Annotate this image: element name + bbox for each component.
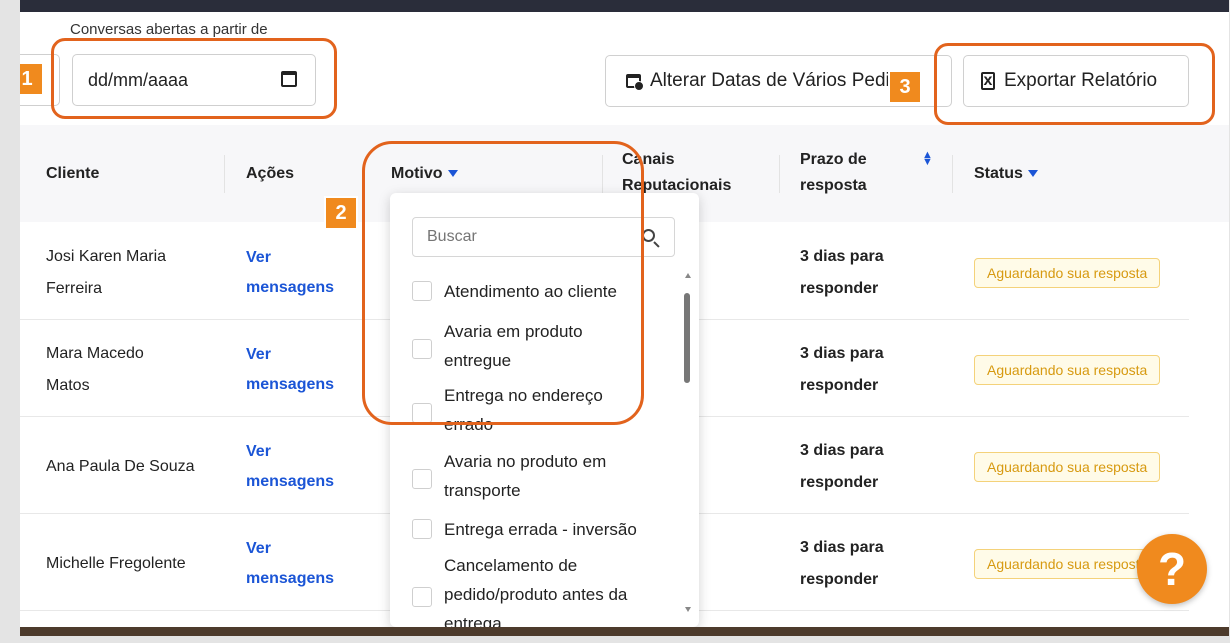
motivo-filter-dropdown: Atendimento ao cliente Avaria em produto… bbox=[390, 193, 699, 627]
option-checkbox[interactable] bbox=[412, 519, 432, 539]
status-badge: Aguardando sua resposta bbox=[974, 452, 1161, 482]
export-report-button[interactable]: x Exportar Relatório bbox=[963, 55, 1189, 107]
option-checkbox[interactable] bbox=[412, 469, 432, 489]
header-canais: Canais Reputacionais bbox=[622, 151, 732, 194]
header-cliente: Cliente bbox=[46, 165, 100, 182]
dropdown-scrollbar[interactable] bbox=[683, 273, 693, 623]
taskbar bbox=[20, 627, 1229, 636]
header-divider bbox=[602, 155, 603, 193]
header-divider bbox=[779, 155, 780, 193]
help-button[interactable]: ? bbox=[1137, 534, 1207, 604]
calendar-clock-icon bbox=[626, 74, 644, 91]
export-report-label: Exportar Relatório bbox=[1004, 70, 1158, 91]
search-icon[interactable] bbox=[642, 229, 655, 242]
option-checkbox[interactable] bbox=[412, 281, 432, 301]
client-name: Michelle Fregolente bbox=[46, 555, 186, 572]
annotation-number-3: 3 bbox=[888, 70, 922, 104]
view-messages-link[interactable]: Ver mensagens bbox=[246, 243, 346, 303]
option-label: Entrega no endereço errado bbox=[444, 386, 603, 434]
header-status[interactable]: Status bbox=[974, 161, 1038, 187]
scroll-down-icon[interactable] bbox=[685, 607, 691, 612]
option-checkbox[interactable] bbox=[412, 339, 432, 359]
client-name: Ana Paula De Souza bbox=[46, 458, 195, 475]
header-acoes: Ações bbox=[246, 165, 295, 182]
date-filter-label: Conversas abertas a partir de bbox=[70, 21, 268, 38]
sort-icon[interactable]: ▲ ▼ bbox=[922, 150, 933, 168]
frame-left bbox=[0, 0, 20, 643]
client-name: Mara Macedo Matos bbox=[46, 345, 144, 394]
scrollbar-thumb[interactable] bbox=[684, 293, 690, 383]
option-label: Avaria em produto entregue bbox=[444, 322, 583, 370]
view-messages-link[interactable]: Ver mensagens bbox=[246, 437, 346, 497]
option-label: Avaria no produto em transporte bbox=[444, 452, 607, 500]
option-label: Cancelamento de pedido/produto antes da … bbox=[444, 556, 628, 627]
filter-icon[interactable] bbox=[1027, 170, 1038, 177]
filter-icon[interactable] bbox=[447, 170, 458, 177]
header-status-label: Status bbox=[974, 165, 1023, 182]
option-label: Atendimento ao cliente bbox=[444, 282, 617, 301]
header-divider bbox=[952, 155, 953, 193]
frame-bottom bbox=[0, 636, 1230, 643]
option-label: Entrega errada - inversão bbox=[444, 520, 637, 539]
annotation-number-2: 2 bbox=[324, 196, 358, 230]
change-dates-label: Alterar Datas de Vários Pedidos bbox=[650, 70, 921, 91]
header-divider bbox=[224, 155, 225, 193]
client-name: Josi Karen Maria Ferreira bbox=[46, 248, 167, 297]
view-messages-link[interactable]: Ver mensagens bbox=[246, 340, 346, 400]
status-badge: Aguardando sua resposta bbox=[974, 258, 1161, 288]
calendar-icon[interactable] bbox=[281, 71, 297, 87]
status-badge: Aguardando sua resposta bbox=[974, 549, 1161, 579]
response-deadline: 3 dias para responder bbox=[800, 442, 884, 491]
annotation-number-1: 1 bbox=[20, 62, 44, 96]
header-motivo-label: Motivo bbox=[391, 165, 443, 182]
dropdown-search-input[interactable] bbox=[412, 217, 675, 257]
view-messages-link[interactable]: Ver mensagens bbox=[246, 534, 346, 594]
response-deadline: 3 dias para responder bbox=[800, 539, 884, 588]
top-bar bbox=[20, 0, 1229, 12]
excel-file-icon: x bbox=[981, 72, 995, 90]
response-deadline: 3 dias para responder bbox=[800, 248, 884, 297]
header-motivo[interactable]: Motivo bbox=[391, 161, 458, 187]
option-checkbox[interactable] bbox=[412, 403, 432, 423]
app-window: Conversas abertas a partir de dd/mm/aaaa… bbox=[20, 12, 1229, 627]
date-input-value: dd/mm/aaaa bbox=[88, 69, 189, 90]
status-badge: Aguardando sua resposta bbox=[974, 355, 1161, 385]
date-input[interactable]: dd/mm/aaaa bbox=[72, 54, 316, 106]
response-deadline: 3 dias para responder bbox=[800, 345, 884, 394]
header-prazo: Prazo de resposta bbox=[800, 151, 867, 194]
option-checkbox[interactable] bbox=[412, 587, 432, 607]
scroll-up-icon[interactable] bbox=[685, 273, 691, 278]
